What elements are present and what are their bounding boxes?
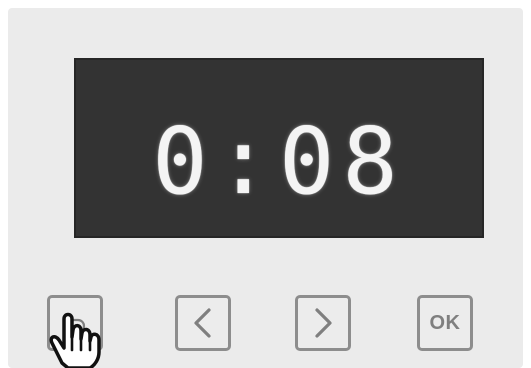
previous-button[interactable] [175,295,231,351]
next-button[interactable] [295,295,351,351]
back-icon [61,309,89,337]
chevron-left-icon [188,306,218,340]
chevron-right-icon [308,306,338,340]
back-button[interactable] [47,295,103,351]
ok-label: OK [429,311,461,334]
ok-button[interactable]: OK [417,295,473,351]
timer-display: 0:08 [74,58,484,238]
timer-value: 0:08 [152,108,406,215]
